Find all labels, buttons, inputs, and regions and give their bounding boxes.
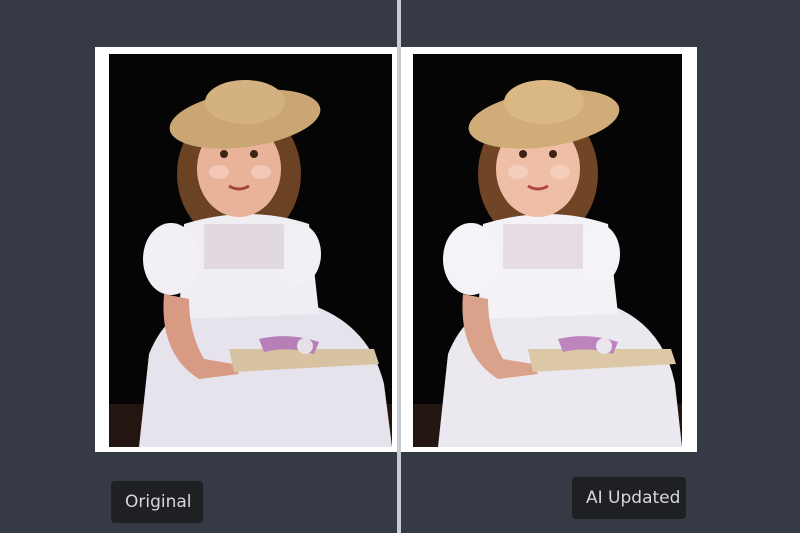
ai-updated-photo [413,54,682,447]
girl-portrait-ai-updated [413,54,682,447]
original-photo-frame [95,47,397,452]
ai-updated-photo-frame [401,47,697,452]
ai-updated-label: AI Updated [572,477,686,519]
original-pane: Original [0,0,397,533]
original-label: Original [111,481,203,523]
girl-portrait-original [109,54,392,447]
original-photo [109,54,392,447]
ai-updated-pane: AI Updated [401,0,800,533]
before-after-comparison: Original AI Updated [0,0,800,533]
